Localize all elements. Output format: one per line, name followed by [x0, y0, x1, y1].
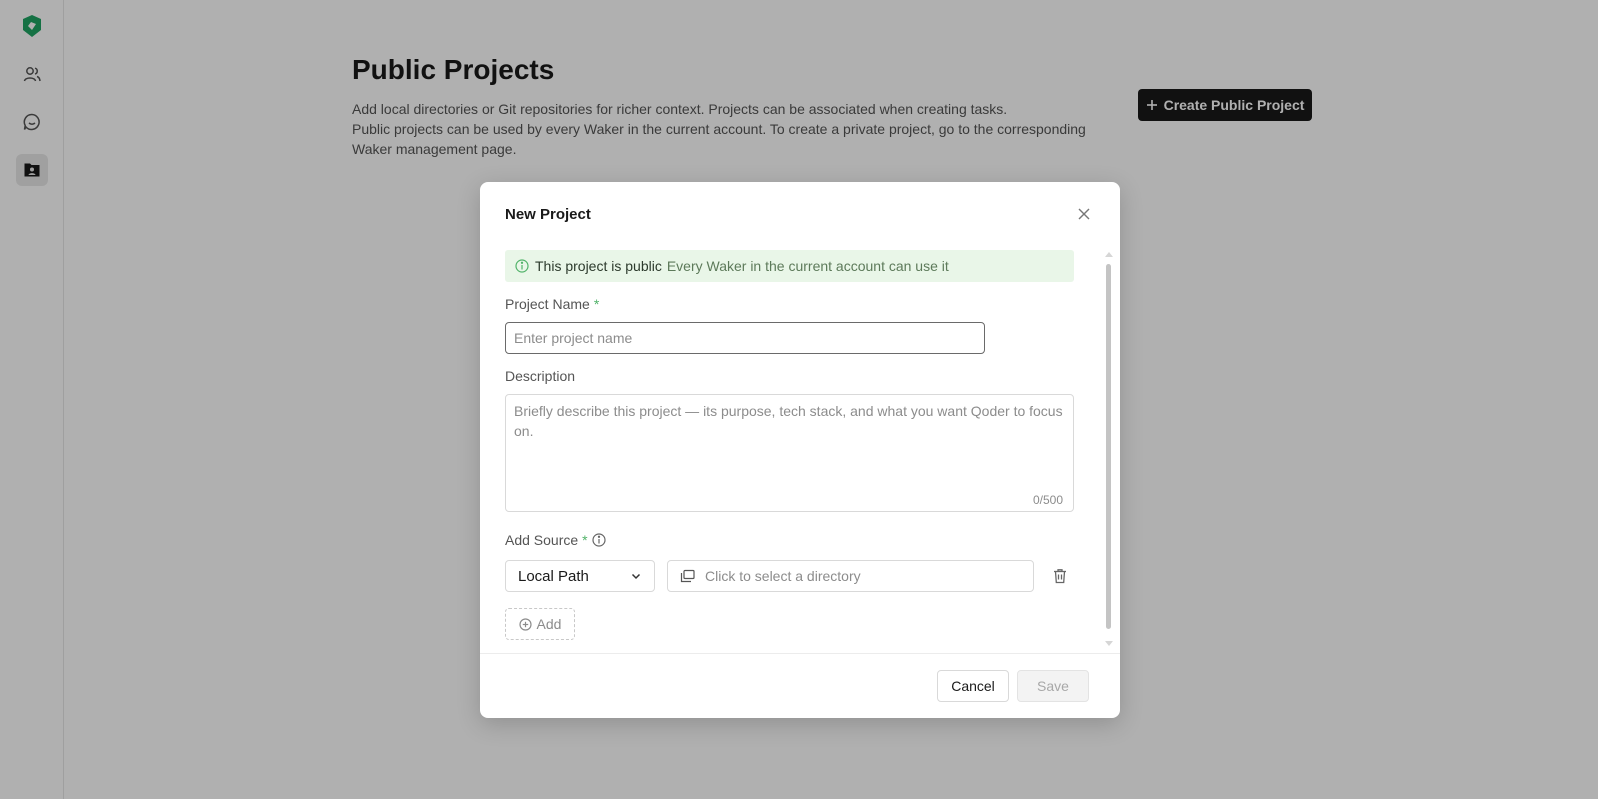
- project-name-label: Project Name *: [505, 296, 599, 312]
- project-name-label-text: Project Name: [505, 296, 590, 312]
- scroll-up-arrow[interactable]: [1105, 252, 1113, 257]
- scroll-down-arrow[interactable]: [1105, 641, 1113, 646]
- required-mark: *: [582, 532, 588, 548]
- plus-circle-icon: [518, 617, 532, 631]
- cancel-button[interactable]: Cancel: [937, 670, 1009, 702]
- save-button[interactable]: Save: [1017, 670, 1089, 702]
- source-type-select[interactable]: Local Path: [505, 560, 655, 592]
- dialog-body: This project is public Every Waker in th…: [480, 244, 1120, 640]
- trash-icon: [1054, 569, 1066, 584]
- description-field: 0/500: [505, 394, 1074, 512]
- description-textarea[interactable]: [506, 395, 1073, 511]
- add-source-label: Add Source *: [505, 532, 606, 548]
- chevron-down-icon: [631, 573, 641, 580]
- project-name-input[interactable]: [505, 322, 985, 354]
- dialog-title: New Project: [505, 206, 591, 223]
- add-source-button[interactable]: Add: [505, 608, 575, 640]
- required-mark: *: [593, 296, 600, 312]
- public-notice: This project is public Every Waker in th…: [505, 250, 1074, 282]
- notice-sub-text: Every Waker in the current account can u…: [666, 258, 949, 274]
- add-source-label-text: Add: [536, 616, 562, 632]
- folders-icon: [680, 569, 695, 583]
- close-button[interactable]: [1076, 206, 1092, 222]
- description-label-text: Description: [505, 368, 576, 384]
- info-circle-icon: [515, 259, 529, 273]
- scrollbar-thumb[interactable]: [1106, 264, 1111, 629]
- new-project-dialog: New Project This project is public Every…: [480, 182, 1120, 718]
- add-source-label-text: Add Source: [505, 532, 579, 548]
- directory-placeholder: Click to select a directory: [705, 568, 861, 584]
- notice-strong-text: This project is public: [535, 258, 662, 274]
- dialog-footer: Cancel Save: [480, 653, 1120, 718]
- source-type-value: Local Path: [518, 567, 589, 585]
- close-icon: [1078, 208, 1090, 220]
- directory-picker[interactable]: Click to select a directory: [667, 560, 1034, 592]
- description-label: Description: [505, 368, 575, 384]
- description-char-counter: 0/500: [1032, 493, 1063, 507]
- info-circle-icon[interactable]: [592, 533, 606, 547]
- delete-source-button[interactable]: [1052, 568, 1068, 584]
